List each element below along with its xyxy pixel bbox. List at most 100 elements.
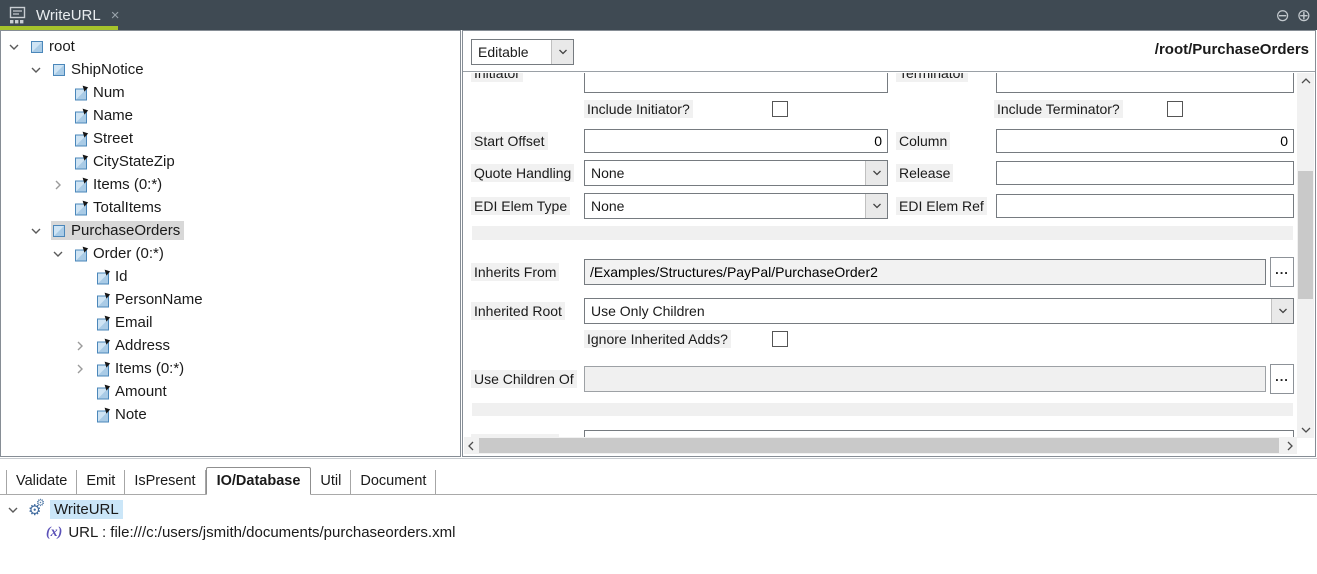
tree-item-label-wrap[interactable]: CityStateZip (73, 152, 179, 171)
tree-item-items-0[interactable]: Items (0:*) (1, 357, 460, 380)
edit-mode-value: Editable (472, 40, 551, 64)
tree-item-items-0[interactable]: Items (0:*) (1, 173, 460, 196)
chevron-expanded-icon[interactable] (8, 505, 28, 515)
chevron-collapsed-icon[interactable] (75, 341, 95, 351)
structure-tree-panel: root ShipNotice Num Name Street CityStateZip I… (0, 30, 461, 457)
use-children-of-browse-button[interactable]: ... (1270, 364, 1294, 394)
tab-document[interactable]: Document (351, 470, 436, 494)
include-initiator-label: Include Initiator? (584, 101, 693, 117)
terminator-input[interactable] (996, 73, 1294, 93)
chevron-expanded-icon[interactable] (31, 65, 51, 75)
initiator-input[interactable] (584, 73, 888, 93)
tab-ispresent[interactable]: IsPresent (125, 470, 205, 494)
tree-item-num[interactable]: Num (1, 81, 460, 104)
tree-item-label-wrap[interactable]: Email (95, 313, 157, 332)
tree-item-label-wrap[interactable]: Note (95, 405, 151, 424)
inherited-root-select[interactable]: Use Only Children (584, 298, 1294, 324)
tree-item-personname[interactable]: PersonName (1, 288, 460, 311)
tree-item-root[interactable]: root (1, 35, 460, 58)
tree-item-label-wrap[interactable]: Id (95, 267, 132, 286)
tree-item-citystatezip[interactable]: CityStateZip (1, 150, 460, 173)
tree-item-shipnotice[interactable]: ShipNotice (1, 58, 460, 81)
writeurl-tree-item[interactable]: ⚙⚙ WriteURL (0, 498, 1317, 521)
edi-elem-type-select[interactable]: None (584, 193, 888, 219)
chevron-expanded-icon[interactable] (9, 42, 29, 52)
function-tab-strip: ValidateEmitIsPresentIO/DatabaseUtilDocu… (0, 460, 1317, 495)
include-terminator-checkbox[interactable] (1167, 101, 1183, 117)
tree-item-label-wrap[interactable]: PersonName (95, 290, 207, 309)
tab-emit[interactable]: Emit (77, 470, 125, 494)
tree-item-address[interactable]: Address (1, 334, 460, 357)
scroll-right-icon[interactable] (1283, 437, 1297, 454)
scroll-down-icon[interactable] (1297, 422, 1314, 438)
vertical-scroll-thumb[interactable] (1298, 171, 1313, 299)
chevron-down-icon[interactable] (865, 161, 887, 185)
tree-item-text: Note (115, 406, 147, 423)
start-offset-input[interactable] (584, 129, 888, 153)
chevron-down-icon[interactable] (1271, 299, 1293, 323)
ignore-inherited-adds-checkbox[interactable] (772, 331, 788, 347)
scroll-left-icon[interactable] (464, 437, 478, 454)
tree-item-label-wrap[interactable]: Street (73, 129, 137, 148)
expand-circle-plus-icon[interactable]: ⊕ (1297, 7, 1311, 24)
horizontal-scroll-thumb[interactable] (479, 438, 1279, 453)
structure-editor-icon (8, 5, 28, 25)
use-children-of-input[interactable] (584, 366, 1266, 392)
form-vertical-scrollbar[interactable] (1297, 73, 1314, 438)
tree-item-purchaseorders[interactable]: PurchaseOrders (1, 219, 460, 242)
column-input[interactable] (996, 129, 1294, 153)
use-children-of-label: Use Children Of (471, 371, 584, 387)
tree-item-text: Address (115, 337, 170, 354)
tree-item-text: Items (0:*) (93, 176, 162, 193)
tree-item-label-wrap[interactable]: ShipNotice (51, 60, 148, 79)
tree-item-note[interactable]: Note (1, 403, 460, 426)
scroll-up-icon[interactable] (1297, 73, 1314, 89)
include-initiator-checkbox[interactable] (772, 101, 788, 117)
element-node-icon (74, 246, 89, 261)
tree-item-label-wrap[interactable]: Amount (95, 382, 171, 401)
tree-item-label-wrap[interactable]: TotalItems (73, 198, 165, 217)
structure-node-icon (52, 62, 67, 77)
tree-item-label-wrap[interactable]: Name (73, 106, 137, 125)
inherits-from-browse-button[interactable]: ... (1270, 257, 1294, 287)
quote-handling-select[interactable]: None (584, 160, 888, 186)
chevron-down-icon[interactable] (551, 40, 573, 64)
form-horizontal-scrollbar[interactable] (464, 437, 1297, 454)
tree-item-label-wrap[interactable]: Items (0:*) (73, 175, 166, 194)
chevron-down-icon[interactable] (865, 194, 887, 218)
edit-mode-select[interactable]: Editable (471, 39, 574, 65)
chevron-expanded-icon[interactable] (31, 226, 51, 236)
tree-item-label-wrap[interactable]: Items (0:*) (95, 359, 188, 378)
edi-elem-ref-input[interactable] (996, 194, 1294, 218)
tree-item-label-wrap[interactable]: Num (73, 83, 129, 102)
tree-item-name[interactable]: Name (1, 104, 460, 127)
tab-validate[interactable]: Validate (6, 470, 77, 494)
tab-util[interactable]: Util (311, 470, 351, 494)
tree-item-label-wrap[interactable]: PurchaseOrders (51, 221, 184, 240)
url-parameter-item[interactable]: (x) URL : file:///c:/users/jsmith/docume… (0, 521, 1317, 544)
tree-item-label-wrap[interactable]: Order (0:*) (73, 244, 168, 263)
element-node-icon (74, 154, 89, 169)
chevron-collapsed-icon[interactable] (53, 180, 73, 190)
app-window: WriteURL × ⊖ ⊕ root ShipNotice Num Name Stre… (0, 0, 1317, 574)
panel-splitter[interactable] (0, 458, 1317, 459)
inherits-from-input[interactable] (584, 259, 1266, 285)
tree-item-street[interactable]: Street (1, 127, 460, 150)
tree-item-label-wrap[interactable]: Address (95, 336, 174, 355)
start-offset-label: Start Offset (471, 133, 584, 149)
tree-item-totalitems[interactable]: TotalItems (1, 196, 460, 219)
chevron-expanded-icon[interactable] (53, 249, 73, 259)
properties-panel: Editable /root/PurchaseOrders Initiator … (462, 30, 1316, 457)
release-input[interactable] (996, 161, 1294, 185)
tree-item-amount[interactable]: Amount (1, 380, 460, 403)
tab-io-database[interactable]: IO/Database (206, 467, 312, 495)
tree-item-id[interactable]: Id (1, 265, 460, 288)
element-node-icon (96, 338, 111, 353)
chevron-collapsed-icon[interactable] (75, 364, 95, 374)
tree-item-email[interactable]: Email (1, 311, 460, 334)
tree-item-order-0[interactable]: Order (0:*) (1, 242, 460, 265)
tree-item-label-wrap[interactable]: root (29, 37, 79, 56)
close-tab-icon[interactable]: × (111, 7, 120, 24)
collapse-circle-minus-icon[interactable]: ⊖ (1276, 7, 1290, 24)
writeurl-item-label[interactable]: WriteURL (50, 500, 123, 519)
